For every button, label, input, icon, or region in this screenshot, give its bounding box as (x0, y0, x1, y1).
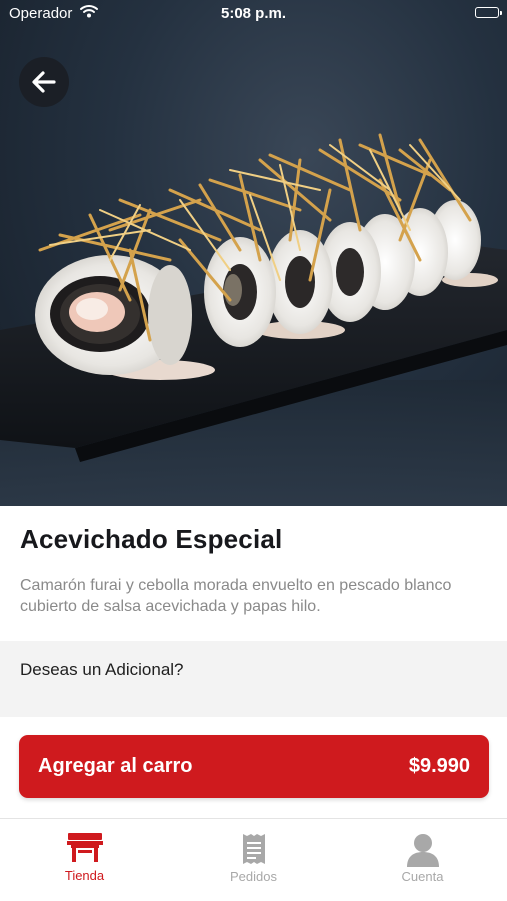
status-bar: Operador 5:08 p.m. (0, 0, 507, 28)
add-to-cart-label: Agregar al carro (38, 755, 193, 777)
receipt-icon (241, 833, 267, 870)
product-title: Acevichado Especial (20, 524, 283, 554)
back-button[interactable] (19, 57, 69, 107)
tab-cuenta[interactable]: Cuenta (338, 819, 507, 901)
battery-icon (475, 7, 502, 18)
tab-cuenta-label: Cuenta (401, 869, 444, 884)
sushi-roll-illustration (0, 133, 507, 506)
addon-prompt: Deseas un Adicional? (20, 660, 184, 679)
user-icon (406, 833, 440, 872)
add-to-cart-button[interactable]: Agregar al carro $9.990 (19, 735, 489, 798)
tab-pedidos-label: Pedidos (230, 869, 277, 884)
store-icon (66, 833, 103, 868)
product-description: Camarón furai y cebolla morada envuelto … (20, 577, 452, 615)
status-time: 5:08 p.m. (220, 5, 287, 22)
addon-section[interactable]: Deseas un Adicional? (0, 641, 507, 717)
tab-bar: Tienda Pedidos Cuenta (0, 818, 507, 900)
product-image (0, 0, 507, 506)
tab-tienda[interactable]: Tienda (0, 819, 169, 901)
tab-tienda-label: Tienda (64, 868, 105, 883)
product-price: $9.990 (408, 755, 470, 777)
arrow-left-icon (32, 71, 56, 93)
tab-pedidos[interactable]: Pedidos (169, 819, 338, 901)
